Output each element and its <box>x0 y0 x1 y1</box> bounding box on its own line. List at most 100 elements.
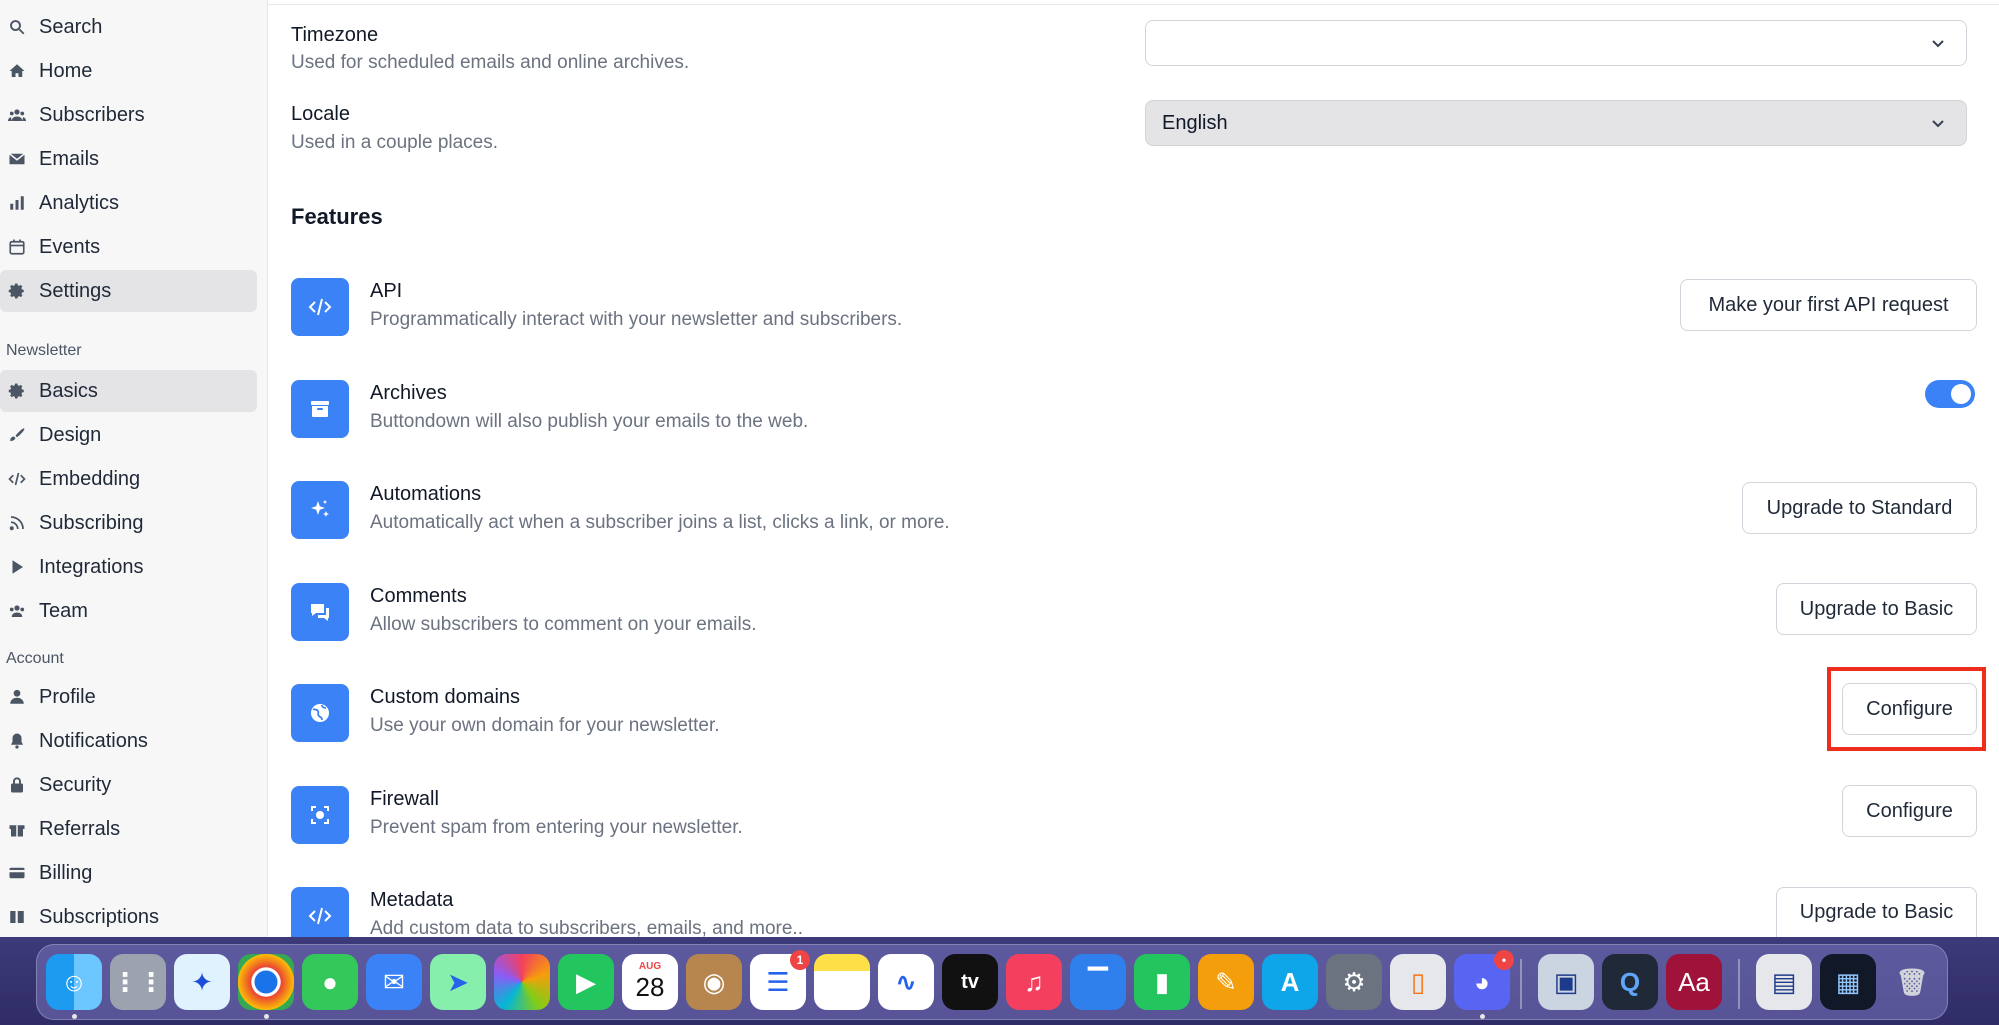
feature-description: Prevent spam from entering your newslett… <box>370 817 743 838</box>
person-icon <box>8 688 26 706</box>
sidebar-item-subscriptions[interactable]: Subscriptions <box>0 896 257 938</box>
dictionary-icon[interactable]: Aa <box>1666 954 1722 1010</box>
numbers-icon[interactable]: ▮ <box>1134 954 1190 1010</box>
search-icon <box>8 18 26 36</box>
locale-select[interactable]: English <box>1145 100 1967 146</box>
comments-icon <box>291 583 349 641</box>
sidebar-item-design[interactable]: Design <box>0 414 257 456</box>
sidebar-item-search[interactable]: Search <box>0 6 257 48</box>
code-icon <box>8 470 26 488</box>
feature-comments: Comments Allow subscribers to comment on… <box>291 583 1991 643</box>
rss-icon <box>8 514 26 532</box>
timezone-select[interactable] <box>1145 20 1967 66</box>
feature-name: Archives <box>370 382 447 404</box>
calendar-month: AUG <box>638 961 662 972</box>
sidebar-item-subscribers[interactable]: Subscribers <box>0 94 257 136</box>
contacts-icon[interactable]: ◉ <box>686 954 742 1010</box>
system-settings-icon[interactable]: ⚙ <box>1326 954 1382 1010</box>
notes-icon[interactable] <box>814 954 870 1010</box>
play-icon <box>8 558 26 576</box>
sidebar-item-basics[interactable]: Basics <box>0 370 257 412</box>
sidebar-item-settings[interactable]: Settings <box>0 270 257 312</box>
sidebar-item-billing[interactable]: Billing <box>0 852 257 894</box>
sidebar-item-label: Billing <box>39 861 93 884</box>
finder-icon[interactable]: ☺ <box>46 954 102 1010</box>
quicktime-icon[interactable]: Q <box>1602 954 1658 1010</box>
feature-name: API <box>370 280 403 302</box>
chevron-down-icon <box>1932 120 1944 128</box>
section-label-newsletter: Newsletter <box>6 342 82 359</box>
calendar-day: 28 <box>635 972 665 1002</box>
mail-icon[interactable]: ✉ <box>366 954 422 1010</box>
bell-icon <box>8 732 26 750</box>
locale-title: Locale <box>291 103 350 125</box>
preview-icon[interactable]: ▣ <box>1538 954 1594 1010</box>
feature-description: Use your own domain for your newsletter. <box>370 715 720 736</box>
photos-icon[interactable] <box>494 954 550 1010</box>
gear-icon <box>8 382 26 400</box>
sidebar-item-notifications[interactable]: Notifications <box>0 720 257 762</box>
sidebar-item-integrations[interactable]: Integrations <box>0 546 257 588</box>
sidebar-item-team[interactable]: Team <box>0 590 257 632</box>
section-label-account: Account <box>6 650 64 667</box>
feature-firewall: Firewall Prevent spam from entering your… <box>291 786 1991 846</box>
sidebar-item-label: Search <box>39 15 103 38</box>
make-first-api-request-button[interactable]: Make your first API request <box>1680 279 1977 331</box>
feature-description: Buttondown will also publish your emails… <box>370 411 809 432</box>
bar-chart-icon <box>8 194 26 212</box>
running-indicator <box>1480 1014 1485 1019</box>
sidebar-item-label: Profile <box>39 685 96 708</box>
iphone-mirroring-icon[interactable]: ▯ <box>1390 954 1446 1010</box>
dock-separator <box>1520 959 1522 1009</box>
trash-icon[interactable]: 🗑 <box>1884 954 1940 1010</box>
calendar-icon <box>8 238 26 256</box>
scan-icon <box>291 786 349 844</box>
dock-separator <box>1738 959 1740 1009</box>
sidebar-item-embedding[interactable]: Embedding <box>0 458 257 500</box>
credit-card-icon <box>8 864 26 882</box>
archives-toggle[interactable] <box>1925 380 1975 408</box>
sidebar-item-events[interactable]: Events <box>0 226 257 268</box>
sidebar-item-emails[interactable]: Emails <box>0 138 257 180</box>
messages-icon[interactable]: ● <box>302 954 358 1010</box>
discord-icon[interactable]: ◕ • <box>1454 950 1514 1010</box>
maps-icon[interactable]: ➤ <box>430 954 486 1010</box>
archive-icon <box>291 380 349 438</box>
lock-icon <box>8 776 26 794</box>
calendar-app-icon[interactable]: AUG 28 <box>622 954 678 1010</box>
upgrade-to-basic-button[interactable]: Upgrade to Basic <box>1776 583 1977 635</box>
sidebar-item-profile[interactable]: Profile <box>0 676 257 718</box>
screenshot-window-icon[interactable]: ▦ <box>1820 954 1876 1010</box>
pages-icon[interactable]: ✎ <box>1198 954 1254 1010</box>
timezone-description: Used for scheduled emails and online arc… <box>291 52 690 73</box>
sidebar-item-label: Subscriptions <box>39 905 160 928</box>
music-icon[interactable]: ♫ <box>1006 954 1062 1010</box>
code-icon <box>291 278 349 336</box>
sidebar-item-security[interactable]: Security <box>0 764 257 806</box>
feature-automations: Automations Automatically act when a sub… <box>291 481 1991 541</box>
sidebar-item-label: Design <box>39 423 102 446</box>
apple-tv-icon[interactable]: tv <box>942 954 998 1010</box>
toggle-knob <box>1951 384 1971 404</box>
keynote-icon[interactable]: ▔ <box>1070 954 1126 1010</box>
feature-name: Metadata <box>370 889 454 911</box>
sidebar-item-home[interactable]: Home <box>0 50 257 92</box>
document-window-icon[interactable]: ▤ <box>1756 954 1812 1010</box>
users-icon <box>8 106 26 124</box>
app-store-icon[interactable]: A <box>1262 954 1318 1010</box>
sidebar-item-referrals[interactable]: Referrals <box>0 808 257 850</box>
upgrade-to-standard-button[interactable]: Upgrade to Standard <box>1742 482 1977 534</box>
facetime-icon[interactable]: ▶ <box>558 954 614 1010</box>
sidebar-item-analytics[interactable]: Analytics <box>0 182 257 224</box>
launchpad-icon[interactable]: ⋮⋮ <box>110 954 166 1010</box>
chrome-icon[interactable] <box>238 954 294 1010</box>
reminders-icon[interactable]: ☰ 1 <box>750 950 810 1010</box>
upgrade-to-basic-metadata-button[interactable]: Upgrade to Basic <box>1776 887 1977 937</box>
configure-custom-domains-button[interactable]: Configure <box>1842 683 1977 735</box>
configure-firewall-button[interactable]: Configure <box>1842 785 1977 837</box>
main-content: Timezone Used for scheduled emails and o… <box>268 0 1999 945</box>
freeform-icon[interactable]: ∿ <box>878 954 934 1010</box>
safari-icon[interactable]: ✦ <box>174 954 230 1010</box>
sidebar-item-subscribing[interactable]: Subscribing <box>0 502 257 544</box>
feature-description: Allow subscribers to comment on your ema… <box>370 614 757 635</box>
